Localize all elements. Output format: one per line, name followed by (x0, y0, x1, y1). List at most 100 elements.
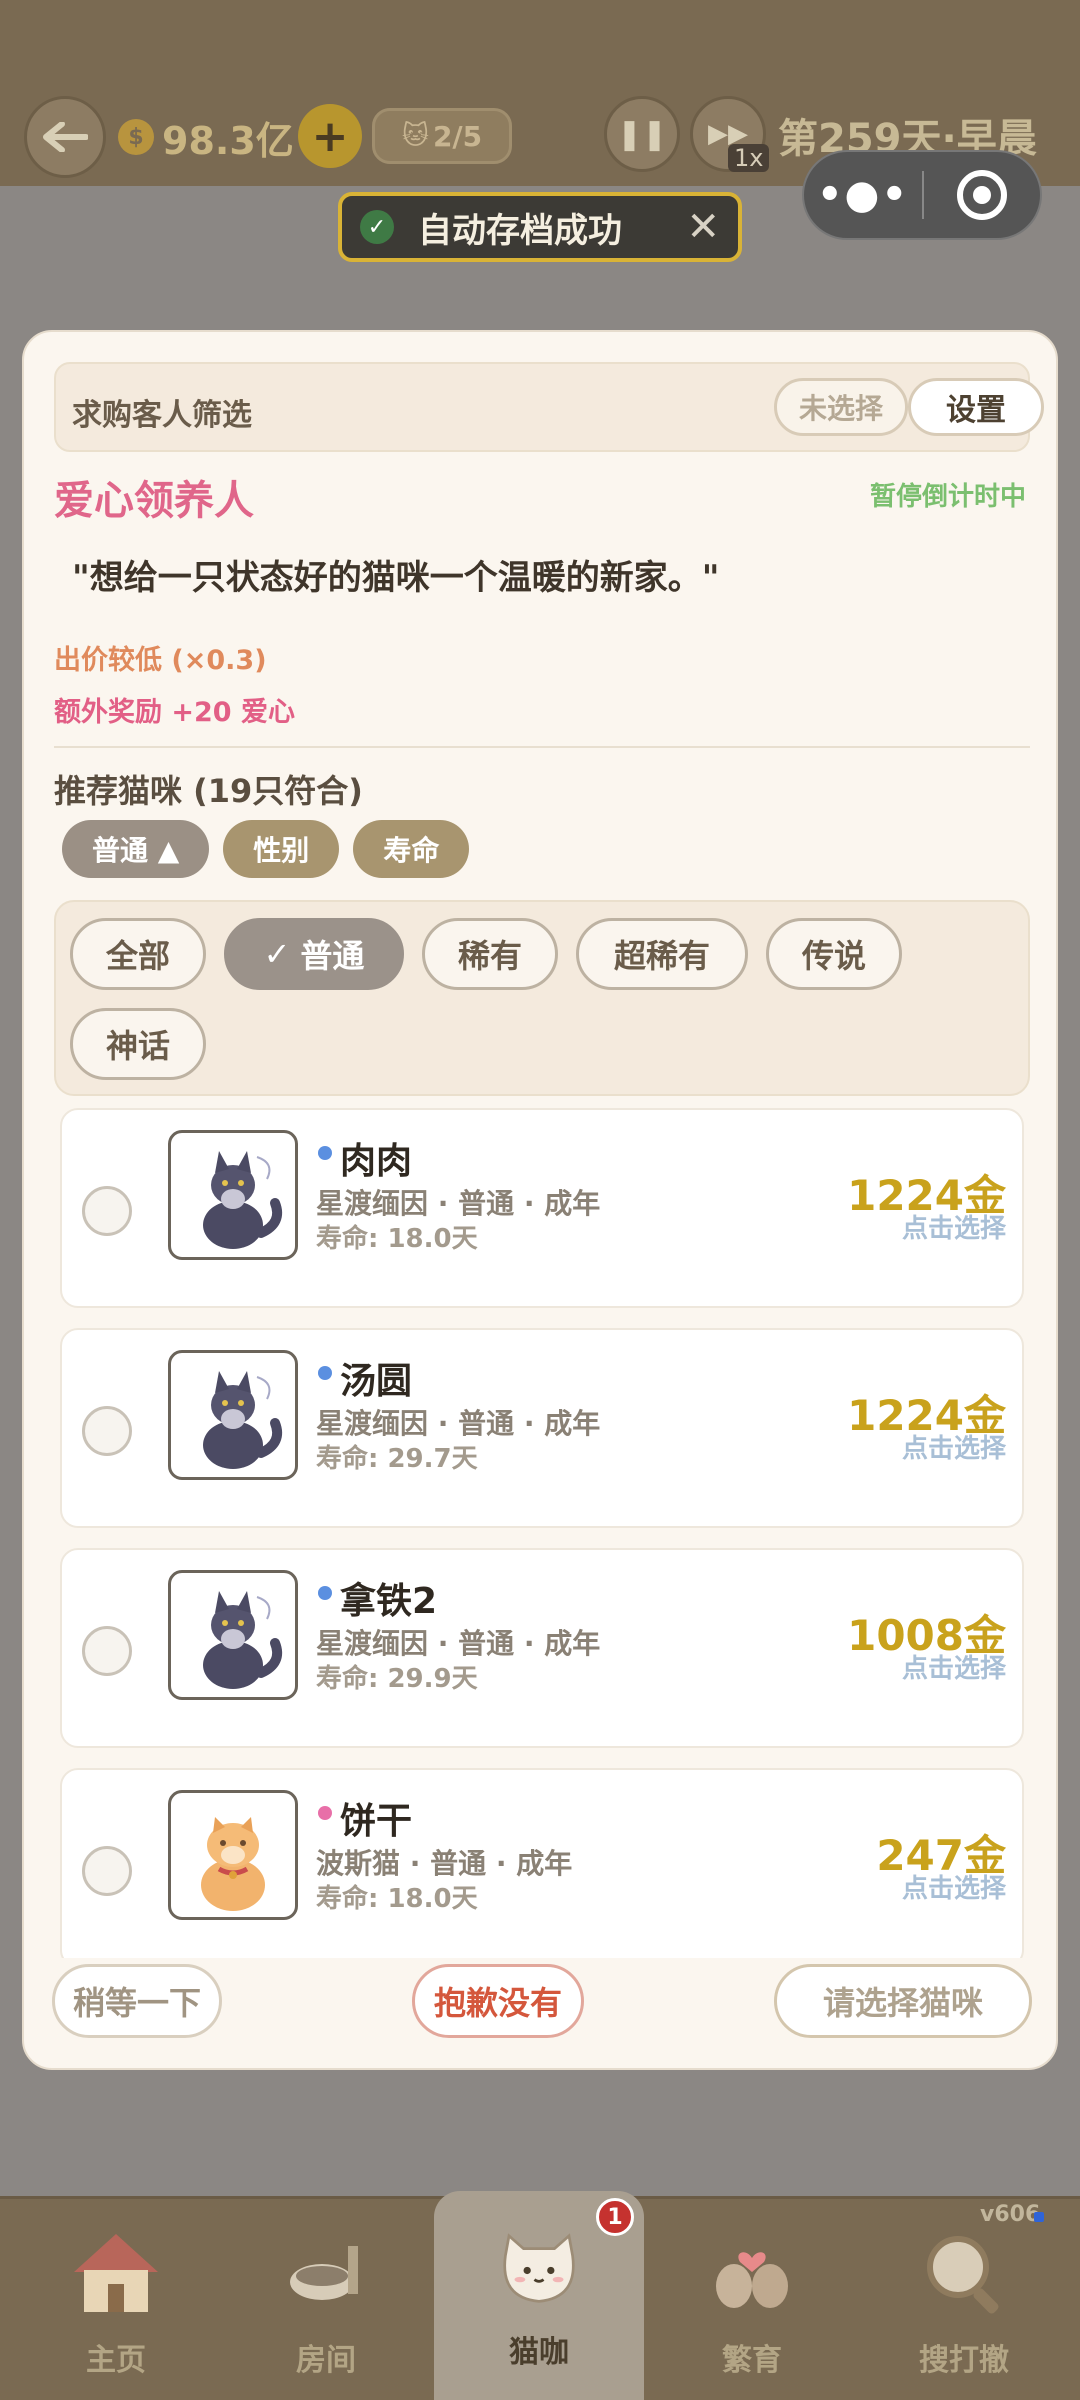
autosave-toast: ✓ 自动存档成功 ✕ (338, 192, 742, 262)
price-note: 出价较低 (×0.3) (54, 645, 267, 676)
back-button[interactable] (24, 96, 106, 178)
customer-quote: "想给一只状态好的猫咪一个温暖的新家。" (72, 558, 720, 598)
money-display: $ 98.3亿 (118, 96, 294, 178)
timer-paused-note: 暂停倒计时中 (869, 482, 1026, 512)
cat-lifespan: 寿命: 18.0天 (316, 1884, 478, 1914)
rarity-dot (318, 1586, 332, 1600)
rarity-chip-label: 全部 (105, 937, 170, 975)
more-icon[interactable]: •●• (804, 172, 922, 218)
magnifier-icon (914, 2223, 1014, 2323)
cat-portrait (168, 1130, 298, 1260)
cat-lifespan: 寿命: 18.0天 (316, 1224, 478, 1254)
cat-couple-icon (702, 2223, 802, 2323)
maine-coon-icon (203, 1151, 283, 1249)
cat-card[interactable]: 饼干 波斯猫 · 普通 · 成年 寿命: 18.0天 247金 点击选择 (60, 1768, 1024, 1958)
arrow-left-icon (43, 122, 88, 152)
cat-name: 肉肉 (340, 1141, 413, 1182)
cat-lifespan: 寿命: 29.9天 (316, 1664, 478, 1694)
version-label: v606 (980, 2202, 1041, 2227)
maine-coon-icon (203, 1371, 283, 1469)
cat-card[interactable]: 拿铁2 星渡缅因 · 普通 · 成年 寿命: 29.9天 1008金 点击选择 (60, 1548, 1024, 1748)
persian-cat-icon (201, 1817, 265, 1911)
filter-settings-button[interactable]: 设置 (908, 378, 1044, 436)
rarity-dot (318, 1366, 332, 1380)
cat-card[interactable]: 汤圆 星渡缅因 · 普通 · 成年 寿命: 29.7天 1224金 点击选择 (60, 1328, 1024, 1528)
cat-lifespan: 寿命: 29.7天 (316, 1444, 478, 1474)
cat-portrait (168, 1570, 298, 1700)
rarity-chip-myth[interactable]: 神话 (70, 1008, 206, 1080)
customer-name: 爱心领养人 (54, 478, 254, 524)
customer-filter-bar: 求购客人筛选 未选择 设置 (54, 362, 1044, 452)
pause-button[interactable]: ❚❚ (604, 96, 680, 172)
cat-portrait (168, 1350, 298, 1480)
nav-label: 猫咖 (509, 2335, 569, 2370)
check-icon: ✓ (263, 935, 291, 973)
cat-cup-icon (489, 2215, 589, 2315)
rarity-dot (318, 1146, 332, 1160)
close-mini-program-button[interactable] (924, 170, 1040, 220)
filter-unselected-button[interactable]: 未选择 (774, 378, 908, 436)
house-icon (66, 2223, 166, 2323)
select-radio[interactable] (82, 1186, 132, 1236)
cat-card[interactable]: 肉肉 星渡缅因 · 普通 · 成年 寿命: 18.0天 1224金 点击选择 (60, 1108, 1024, 1308)
filter-label: 求购客人筛选 (72, 398, 252, 433)
version-dot (1034, 2212, 1044, 2222)
speed-badge: 1x (728, 144, 770, 172)
toast-text: 自动存档成功 (418, 210, 622, 251)
cat-list[interactable]: 肉肉 星渡缅因 · 普通 · 成年 寿命: 18.0天 1224金 点击选择 汤… (60, 1108, 1024, 1958)
rarity-chip-label: 超稀有 (613, 937, 710, 975)
customer-dialog: 求购客人筛选 未选择 设置 爱心领养人 暂停倒计时中 "想给一只状态好的猫咪一个… (22, 330, 1058, 2070)
cat-name: 汤圆 (340, 1361, 413, 1402)
rarity-chip-all[interactable]: 全部 (70, 918, 206, 990)
select-radio[interactable] (82, 1406, 132, 1456)
close-icon[interactable]: ✕ (686, 204, 720, 250)
cat-name: 拿铁2 (340, 1581, 438, 1622)
rarity-chip-rare[interactable]: 稀有 (422, 918, 558, 990)
rarity-filter: 全部 ✓ 普通 稀有 超稀有 传说 神话 (54, 900, 1030, 1096)
cat-meta: 波斯猫 · 普通 · 成年 (316, 1847, 573, 1880)
nav-search-run[interactable]: 搜打撤 (866, 2199, 1062, 2400)
cat-pick-hint[interactable]: 点击选择 (902, 1208, 1006, 1245)
notification-badge: 1 (596, 2198, 634, 2236)
cat-meta: 星渡缅因 · 普通 · 成年 (316, 1187, 601, 1220)
cat-pick-hint[interactable]: 点击选择 (902, 1428, 1006, 1465)
bonus-note: 额外奖励 +20 爱心 (54, 697, 295, 728)
rarity-chip-super-rare[interactable]: 超稀有 (576, 918, 748, 990)
sorry-none-button[interactable]: 抱歉没有 (412, 1964, 584, 2038)
rarity-chip-label: 普通 (300, 937, 365, 975)
food-bowl-icon (276, 2223, 376, 2323)
wait-button[interactable]: 稍等一下 (52, 1964, 222, 2038)
recommend-title: 推荐猫咪 (19只符合) (54, 772, 363, 810)
add-money-button[interactable]: + (298, 104, 362, 168)
choose-cat-button[interactable]: 请选择猫咪 (774, 1964, 1032, 2038)
rarity-dot (318, 1806, 332, 1820)
cat-name: 饼干 (340, 1801, 413, 1842)
rarity-chip-label: 稀有 (457, 937, 522, 975)
nav-home[interactable]: 主页 (18, 2199, 214, 2400)
pause-icon: ❚❚ (616, 116, 668, 152)
sort-chip-gender[interactable]: 性别 (223, 820, 340, 878)
select-radio[interactable] (82, 1846, 132, 1896)
money-bag-icon: $ (118, 119, 154, 155)
cat-portrait (168, 1790, 298, 1920)
nav-room[interactable]: 房间 (228, 2199, 424, 2400)
select-radio[interactable] (82, 1626, 132, 1676)
nav-breeding[interactable]: 繁育 (654, 2199, 850, 2400)
rarity-chip-label: 神话 (105, 1027, 170, 1065)
maine-coon-icon (203, 1591, 283, 1689)
mini-program-capsule: •●• (802, 150, 1042, 240)
cat-pick-hint[interactable]: 点击选择 (902, 1868, 1006, 1905)
check-icon: ✓ (360, 210, 394, 244)
sort-chip-lifespan[interactable]: 寿命 (353, 820, 470, 878)
cat-meta: 星渡缅因 · 普通 · 成年 (316, 1627, 601, 1660)
cat-meta: 星渡缅因 · 普通 · 成年 (316, 1407, 601, 1440)
cat-pick-hint[interactable]: 点击选择 (902, 1648, 1006, 1685)
rarity-chip-common[interactable]: ✓ 普通 (224, 918, 404, 990)
bottom-nav: 主页 房间 猫咖 繁育 搜打撤 (0, 2191, 1080, 2400)
cat-capacity: 🐱 2/5 (372, 108, 512, 164)
cat-face-icon: 🐱 (401, 121, 429, 151)
rarity-chip-legend[interactable]: 传说 (766, 918, 902, 990)
divider (54, 746, 1030, 748)
nav-label: 搜打撤 (919, 2343, 1009, 2378)
sort-chip-rarity[interactable]: 普通 ▲ (62, 820, 210, 878)
